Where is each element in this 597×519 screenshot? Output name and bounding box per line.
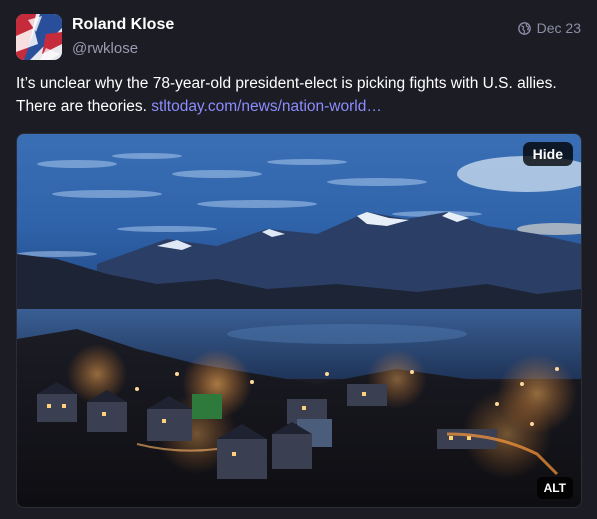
avatar[interactable] [16,14,62,60]
landscape-photo [17,134,581,507]
post-meta: Dec 23 [517,20,581,36]
display-name[interactable]: Roland Klose [72,16,174,34]
globe-icon [517,21,531,35]
status-link[interactable]: stltoday.com/news/nation-world… [151,98,382,115]
media-attachment[interactable]: Hide ALT [16,133,582,508]
post-date[interactable]: Dec 23 [537,20,581,36]
account-handle[interactable]: @rwklose [72,40,138,57]
avatar-flag-icon [16,14,62,60]
alt-text-badge[interactable]: ALT [536,477,573,499]
status-post: Roland Klose @rwklose Dec 23 It’s unclea… [0,0,597,519]
hide-media-button[interactable]: Hide [522,142,573,166]
status-content: It’s unclear why the 78-year-old preside… [16,72,582,118]
